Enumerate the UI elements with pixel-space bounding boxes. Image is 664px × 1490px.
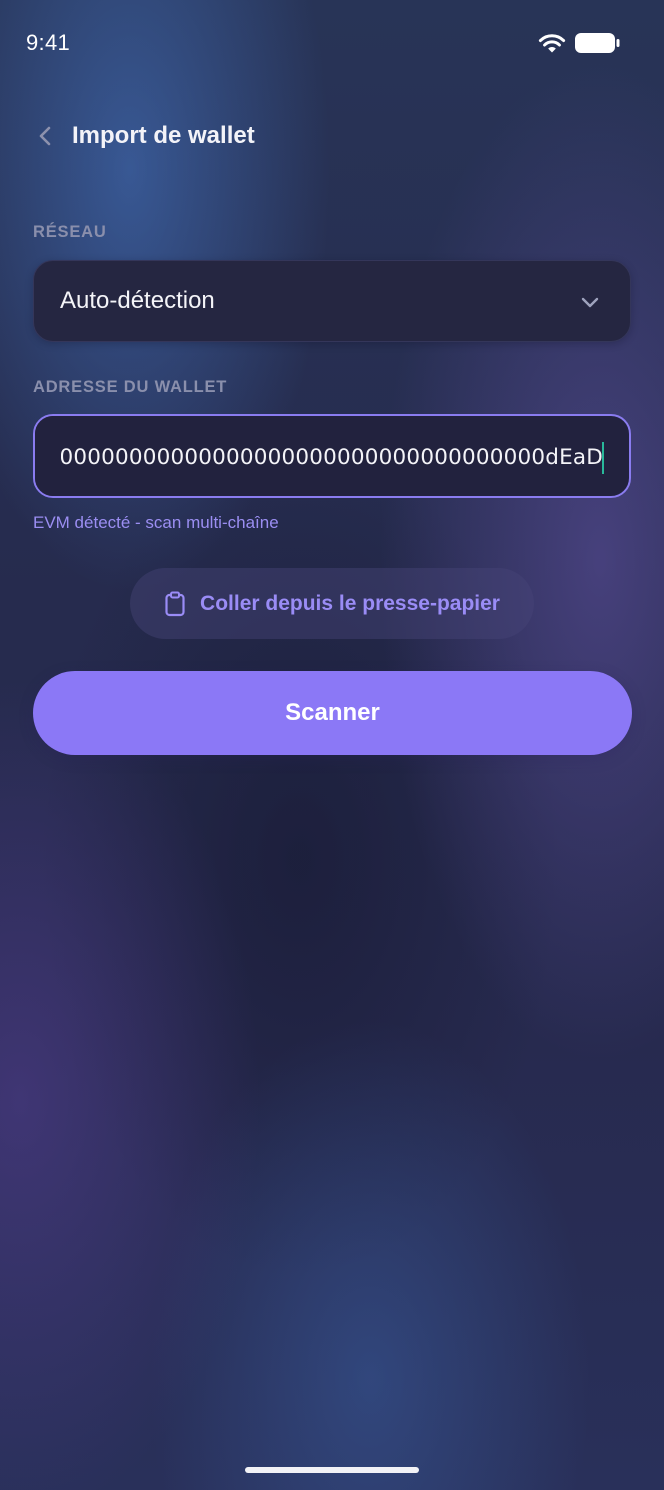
- address-label: ADRESSE DU WALLET: [33, 378, 228, 396]
- battery-icon: [575, 33, 620, 53]
- chevron-left-icon: [39, 126, 51, 146]
- wallet-address-value: 0x000000000000000000000000000000000000dE…: [33, 445, 603, 470]
- clipboard-icon: [165, 591, 185, 616]
- input-left-clip: [35, 416, 61, 496]
- chevron-down-icon: [581, 297, 599, 308]
- status-bar: 9:41: [0, 0, 664, 88]
- address-helper-text: EVM détecté - scan multi-chaîne: [33, 513, 279, 532]
- network-label: RÉSEAU: [33, 223, 107, 241]
- status-time: 9:41: [26, 30, 71, 55]
- network-selected-value: Auto-détection: [60, 287, 215, 314]
- paste-from-clipboard-button[interactable]: Coller depuis le presse-papier: [130, 568, 534, 639]
- scan-button[interactable]: Scanner: [33, 671, 632, 755]
- page-title: Import de wallet: [72, 122, 255, 149]
- wifi-icon: [538, 34, 566, 53]
- paste-button-label: Coller depuis le presse-papier: [200, 591, 500, 615]
- text-cursor: [601, 442, 604, 474]
- wallet-address-input[interactable]: 0x000000000000000000000000000000000000dE…: [33, 414, 631, 498]
- home-indicator: [245, 1467, 419, 1473]
- network-select[interactable]: Auto-détection: [33, 260, 631, 342]
- scan-button-label: Scanner: [285, 699, 380, 726]
- back-button[interactable]: [30, 118, 60, 154]
